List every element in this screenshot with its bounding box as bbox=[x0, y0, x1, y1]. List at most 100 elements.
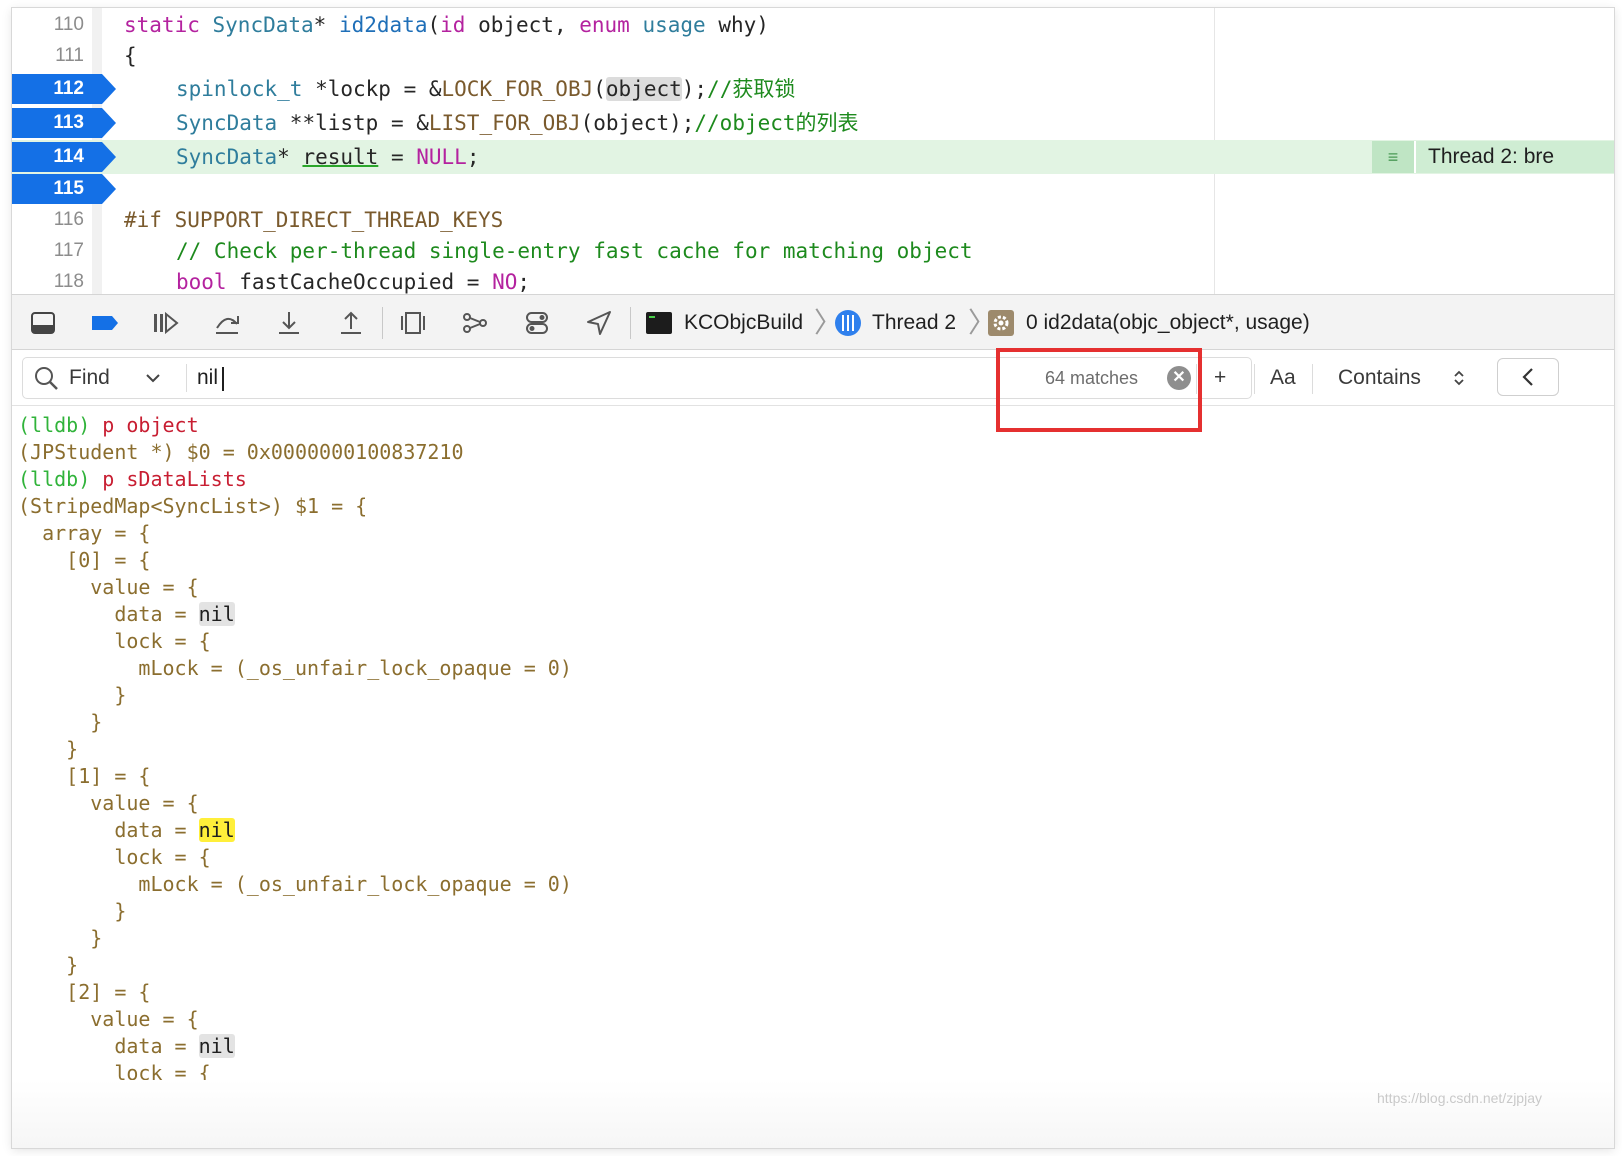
breadcrumb-thread-label: Thread 2 bbox=[872, 311, 957, 334]
code-text: SyncData* result = NULL; bbox=[176, 140, 479, 174]
comment: //获取锁 bbox=[707, 77, 796, 101]
match-type-select[interactable]: Contains bbox=[1338, 357, 1465, 399]
comment: //object的列表 bbox=[694, 111, 859, 135]
comment: // Check per-thread single-entry fast ca… bbox=[176, 239, 973, 263]
token: * bbox=[277, 145, 303, 169]
breakpoints-toggle-icon[interactable] bbox=[90, 309, 120, 337]
code-line-116: 116 #if SUPPORT_DIRECT_THREAD_KEYS bbox=[12, 203, 1614, 237]
code-line-110: 110 static SyncData* id2data(id object, … bbox=[12, 8, 1614, 42]
console-line: } bbox=[18, 683, 127, 707]
console-line: (lldb) p object bbox=[18, 412, 199, 439]
findbar-separator bbox=[1254, 364, 1255, 394]
console-line: (lldb) p sDataLists bbox=[18, 466, 247, 493]
preprocessor: #if bbox=[124, 208, 162, 232]
console-line: value = { bbox=[18, 575, 199, 599]
code-line-112: 112 spinlock_t *lockp = &LOCK_FOR_OBJ(ob… bbox=[12, 72, 1614, 106]
gear-icon bbox=[988, 310, 1014, 336]
thread-breakpoint-badge[interactable]: ≡ Thread 2: bre bbox=[1372, 141, 1614, 173]
find-mode-menu[interactable]: Find bbox=[33, 358, 160, 398]
console-line: mLock = (_os_unfair_lock_opaque = 0) bbox=[18, 872, 572, 896]
token: fastCacheOccupied = bbox=[226, 270, 493, 294]
previous-match-button[interactable] bbox=[1497, 358, 1559, 396]
breakpoint-marker[interactable]: 115 bbox=[12, 174, 116, 204]
breadcrumb-target-label: KCObjcBuild bbox=[684, 311, 804, 334]
code-line-111: 111 { bbox=[12, 39, 1614, 73]
add-pattern-button[interactable]: + bbox=[1214, 357, 1226, 399]
console-line: (StripedMap<SyncList>) $1 = { bbox=[18, 494, 368, 518]
step-over-icon[interactable] bbox=[212, 309, 242, 337]
token: (object); bbox=[580, 111, 695, 135]
match-case-button[interactable]: Aa bbox=[1270, 357, 1296, 399]
lldb-command: p sDataLists bbox=[90, 467, 247, 491]
console-text: data = bbox=[18, 602, 199, 626]
breakpoint-marker[interactable]: 114 bbox=[12, 142, 116, 172]
token: = bbox=[378, 145, 417, 169]
hide-debug-area-icon[interactable] bbox=[28, 309, 58, 337]
toolbar-separator bbox=[382, 307, 383, 339]
console-line: [1] = { bbox=[18, 764, 151, 788]
preprocessor: SUPPORT_DIRECT_THREAD_KEYS bbox=[161, 208, 504, 232]
breakpoint-marker[interactable]: 113 bbox=[12, 108, 116, 138]
environment-overrides-icon[interactable] bbox=[522, 309, 552, 337]
line-number[interactable]: 117 bbox=[12, 234, 94, 268]
console-line: value = { bbox=[18, 791, 199, 815]
step-into-icon[interactable] bbox=[274, 309, 304, 337]
token: why) bbox=[705, 13, 769, 37]
console-line: (JPStudent *) $0 = 0x0000000100837210 bbox=[18, 440, 464, 464]
console-line: } bbox=[18, 953, 79, 977]
view-hierarchy-icon[interactable] bbox=[398, 309, 428, 337]
search-match: nil bbox=[198, 602, 235, 626]
console-line: } bbox=[18, 926, 103, 950]
current-search-match: nil bbox=[198, 818, 235, 842]
line-number[interactable]: 116 bbox=[12, 203, 94, 237]
search-input[interactable] bbox=[197, 362, 977, 394]
code-text: spinlock_t *lockp = &LOCK_FOR_OBJ(object… bbox=[176, 72, 795, 106]
continue-icon[interactable] bbox=[150, 309, 180, 337]
breadcrumb-target[interactable]: KCObjcBuild bbox=[646, 295, 803, 351]
breadcrumb-frame-label: 0 id2data(objc_object*, usage) bbox=[1026, 311, 1310, 334]
console-line: lock = { bbox=[18, 629, 211, 653]
token: ( bbox=[427, 13, 441, 37]
code-text: { bbox=[124, 44, 137, 68]
type: SyncData bbox=[212, 13, 314, 37]
console-line: } bbox=[18, 899, 127, 923]
console-line: lock = { bbox=[18, 845, 211, 869]
breadcrumb-thread[interactable]: Thread 2 bbox=[834, 295, 956, 351]
keyword: NULL bbox=[416, 145, 467, 169]
token: ; bbox=[466, 145, 480, 169]
find-mode-label: Find bbox=[69, 366, 110, 389]
debug-console[interactable]: (lldb) p object (JPStudent *) $0 = 0x000… bbox=[12, 406, 1614, 1148]
chevron-down-icon bbox=[146, 374, 160, 383]
console-line: array = { bbox=[18, 521, 151, 545]
console-line: } bbox=[18, 737, 79, 761]
macro: LIST_FOR_OBJ bbox=[428, 111, 581, 135]
console-bottom-bar bbox=[12, 1080, 1614, 1148]
line-number[interactable]: 111 bbox=[12, 39, 94, 73]
simulate-location-icon[interactable] bbox=[584, 309, 614, 337]
highlighted-symbol: object bbox=[605, 77, 682, 101]
macro: LOCK_FOR_OBJ bbox=[441, 77, 594, 101]
memory-graph-icon[interactable] bbox=[460, 309, 490, 337]
lldb-command: p object bbox=[90, 413, 199, 437]
breakpoint-marker[interactable]: 112 bbox=[12, 74, 116, 104]
type: SyncData bbox=[176, 145, 278, 169]
step-out-icon[interactable] bbox=[336, 309, 366, 337]
token: ); bbox=[681, 77, 708, 101]
token: **listp = & bbox=[277, 111, 429, 135]
list-icon[interactable]: ≡ bbox=[1372, 141, 1416, 173]
keyword: bool bbox=[176, 270, 227, 294]
console-line: mLock = (_os_unfair_lock_opaque = 0) bbox=[18, 656, 572, 680]
source-editor[interactable]: 110 static SyncData* id2data(id object, … bbox=[12, 8, 1614, 303]
code-line-117: 117 // Check per-thread single-entry fas… bbox=[12, 234, 1614, 268]
lldb-prompt: (lldb) bbox=[18, 467, 91, 491]
token: object, bbox=[465, 13, 580, 37]
line-number[interactable]: 110 bbox=[12, 8, 94, 42]
watermark: https://blog.csdn.net/zjpjay bbox=[1377, 1090, 1542, 1106]
keyword: id bbox=[440, 13, 466, 37]
terminal-icon bbox=[646, 312, 672, 334]
breadcrumb-frame[interactable]: 0 id2data(objc_object*, usage) bbox=[988, 295, 1310, 351]
search-icon bbox=[35, 367, 58, 390]
token: * bbox=[313, 13, 339, 37]
console-line: data = nil bbox=[18, 817, 235, 844]
